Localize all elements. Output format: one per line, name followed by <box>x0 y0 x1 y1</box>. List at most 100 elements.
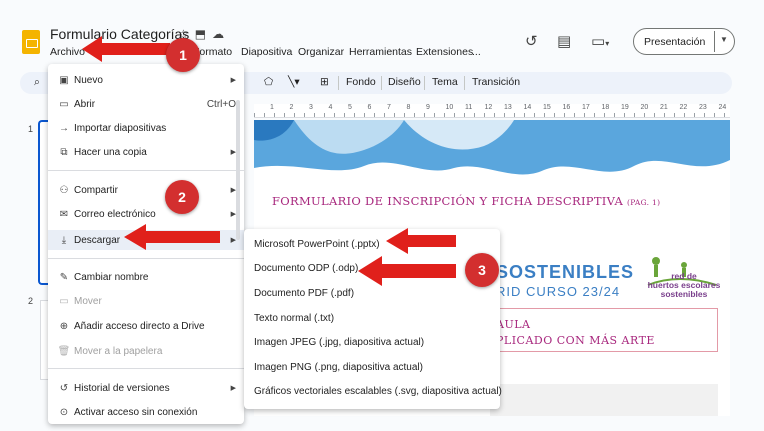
ruler-tick-label: 2 <box>289 104 294 111</box>
present-divider <box>714 31 715 52</box>
ruler-tick-label: 6 <box>367 104 372 111</box>
ruler-tick-label: 14 <box>523 104 532 111</box>
trash-icon: 🗑 <box>57 345 71 357</box>
menu-diapositiva[interactable]: Diapositiva <box>241 46 292 58</box>
search-icon[interactable]: ⌕ <box>34 76 40 89</box>
history-icon[interactable]: ↺ <box>525 32 538 50</box>
ruler-tick-label: 3 <box>309 104 313 111</box>
present-button[interactable]: Presentación ▼ <box>633 28 735 55</box>
ruler-tick-label: 5 <box>348 104 352 111</box>
download-jpg[interactable]: Imagen JPEG (.jpg, diapositiva actual) <box>254 337 424 348</box>
toolbar-transicion[interactable]: Transición <box>472 76 520 88</box>
google-slides-window: Formulario Categorías ☆⬒☁ Archivo Insert… <box>0 0 764 431</box>
download-txt[interactable]: Texto normal (.txt) <box>254 313 334 324</box>
ruler-tick-label: 8 <box>406 104 411 111</box>
ruler-tick-label: 10 <box>445 104 454 111</box>
menu-item-label: Añadir acceso directo a Drive <box>74 320 205 332</box>
download-png[interactable]: Imagen PNG (.png, diapositiva actual) <box>254 362 423 373</box>
toolbar-diseno[interactable]: Diseño <box>388 76 421 88</box>
email-icon: ✉ <box>59 208 69 220</box>
shape-icon[interactable]: ⬠ <box>264 76 273 88</box>
menu-item-importar[interactable]: → Importar diapositivas <box>56 118 236 138</box>
meet-icon[interactable]: ▭▾ <box>591 32 609 50</box>
menu-separator <box>48 170 244 171</box>
toolbar-tema[interactable]: Tema <box>432 76 458 88</box>
ruler-tick-label: 18 <box>601 104 610 111</box>
menu-archivo[interactable]: Archivo <box>50 46 85 58</box>
logo-line-3: sostenibles <box>660 289 708 299</box>
menu-item-mover: ▭ Mover <box>56 291 236 311</box>
menu-extensiones[interactable]: Extensiones <box>416 46 473 58</box>
annotation-step-3: 3 <box>465 253 499 287</box>
annotation-step-1: 1 <box>166 38 200 72</box>
line-icon[interactable]: ╲▾ <box>288 76 300 88</box>
slide-number-2: 2 <box>28 296 34 306</box>
menu-item-label: Activar acceso sin conexión <box>74 406 198 418</box>
slide-mas-arte: PLICADO CON MÁS ARTE <box>496 334 655 347</box>
toolbar-divider <box>464 76 465 90</box>
menu-item-label: Cambiar nombre <box>74 271 149 283</box>
comments-icon[interactable]: ▤ <box>557 32 571 50</box>
slide-title-main: FORMULARIO DE INSCRIPCIÓN Y FICHA DESCRI… <box>272 194 624 208</box>
menu-item-correo[interactable]: ✉ Correo electrónico ▶ <box>56 204 236 224</box>
download-odp[interactable]: Documento ODP (.odp) <box>254 263 358 274</box>
toolbar-divider <box>338 76 339 90</box>
comment-add-icon[interactable]: ⊞ <box>320 76 329 88</box>
ruler-tick-label: 16 <box>562 104 571 111</box>
share-icon: ⚇ <box>59 184 69 196</box>
cloud-status-icon[interactable]: ☁ <box>212 27 230 41</box>
download-pptx[interactable]: Microsoft PowerPoint (.pptx) <box>254 239 380 250</box>
menu-item-label: Nuevo <box>74 74 103 86</box>
menu-item-shortcut: Ctrl+O <box>206 98 236 110</box>
menu-item-label: Mover <box>74 295 102 307</box>
ruler-tick-label: 21 <box>660 104 668 111</box>
toolbar-fondo[interactable]: Fondo <box>346 76 376 88</box>
ruler-tick-label: 23 <box>699 104 707 111</box>
menu-item-compartir[interactable]: ⚇ Compartir ▶ <box>56 180 236 200</box>
rename-icon: ✎ <box>59 271 69 283</box>
slide-aula: AULA <box>496 318 531 331</box>
move-folder-icon[interactable]: ⬒ <box>195 27 212 41</box>
annotation-arrow-3a <box>386 228 456 254</box>
slide-curso: RID CURSO 23/24 <box>496 284 621 299</box>
download-pdf[interactable]: Documento PDF (.pdf) <box>254 288 354 299</box>
ruler-tick-label: 19 <box>621 104 629 111</box>
move-icon: ▭ <box>59 295 69 307</box>
toolbar-divider <box>424 76 425 90</box>
ruler-tick-label: 4 <box>328 104 333 111</box>
toolbar-divider <box>381 76 382 90</box>
menu-item-nuevo[interactable]: ▣ Nuevo ▶ <box>56 70 236 90</box>
menu-organizar[interactable]: Organizar <box>298 46 344 58</box>
new-slide-icon: ▣ <box>59 74 69 86</box>
menu-item-acceso-directo[interactable]: ⊕ Añadir acceso directo a Drive <box>56 316 236 336</box>
menu-more[interactable]: ... <box>472 46 481 58</box>
menu-item-cambiar-nombre[interactable]: ✎ Cambiar nombre <box>56 267 236 287</box>
download-svg[interactable]: Gráficos vectoriales escalables (.svg, d… <box>254 386 502 397</box>
download-icon: ⤓ <box>61 234 67 246</box>
slide-number-1: 1 <box>28 124 34 134</box>
import-icon: → <box>59 122 69 134</box>
folder-icon: ▭ <box>59 98 69 110</box>
chevron-down-icon[interactable]: ▼ <box>720 35 728 44</box>
ruler-tick-label: 24 <box>718 104 727 111</box>
menu-item-copia[interactable]: ⧉ Hacer una copia ▶ <box>56 142 236 162</box>
menu-item-label: Abrir <box>74 98 96 110</box>
menu-scrollbar[interactable] <box>236 100 240 240</box>
ruler-tick-label: 12 <box>484 104 493 111</box>
chevron-right-icon: ▶ <box>230 77 236 84</box>
ruler-tick-label: 9 <box>426 104 430 111</box>
present-label: Presentación <box>644 35 706 48</box>
ruler-tick-label: 1 <box>270 104 274 111</box>
slides-logo-icon[interactable] <box>22 30 40 54</box>
menu-item-historial[interactable]: ↺ Historial de versiones ▶ <box>56 378 236 398</box>
offline-icon: ⊙ <box>59 406 69 418</box>
ruler-tick-label: 13 <box>504 104 512 111</box>
menu-item-label: Descargar <box>74 234 121 246</box>
menu-item-papelera: 🗑 Mover a la papelera <box>56 341 236 361</box>
menu-item-abrir[interactable]: ▭ Abrir Ctrl+O <box>56 94 236 114</box>
menu-herramientas[interactable]: Herramientas <box>349 46 412 58</box>
copy-icon: ⧉ <box>60 146 68 158</box>
menu-item-sin-conexion[interactable]: ⊙ Activar acceso sin conexión <box>56 402 236 422</box>
annotation-arrow-3b <box>358 256 456 286</box>
drive-shortcut-icon: ⊕ <box>59 320 69 332</box>
